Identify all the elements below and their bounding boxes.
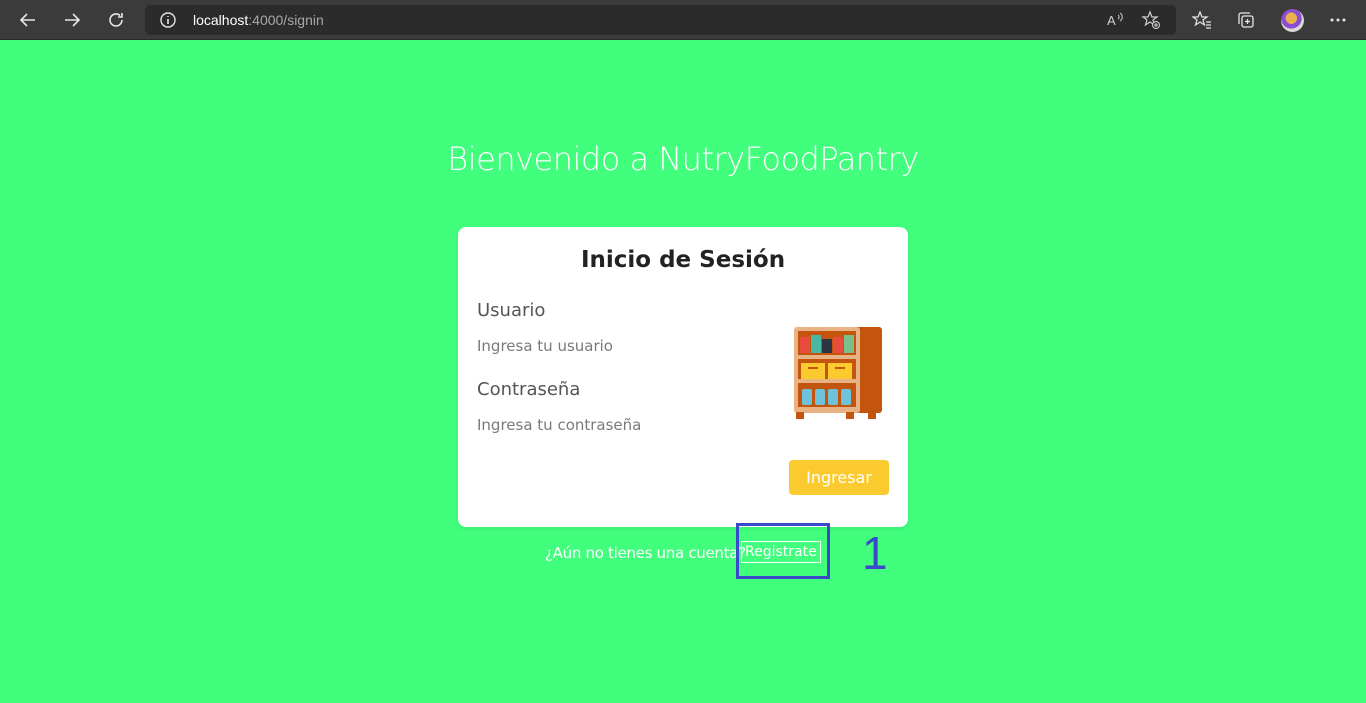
password-input[interactable] [477, 413, 747, 437]
url-path: :4000/signin [248, 12, 324, 28]
address-bar[interactable]: localhost:4000/signin A [145, 5, 1176, 35]
arrow-left-icon [19, 13, 35, 27]
collections-button[interactable] [1232, 6, 1260, 34]
refresh-button[interactable] [102, 6, 130, 34]
settings-menu-button[interactable] [1324, 6, 1352, 34]
url-host: localhost [193, 12, 249, 28]
user-label: Usuario [477, 300, 546, 321]
favorites-button[interactable] [1188, 6, 1216, 34]
info-icon[interactable] [159, 11, 177, 29]
login-card: Inicio de Sesión Usuario Contraseña Ingr… [458, 227, 908, 527]
read-aloud-icon[interactable]: A [1105, 10, 1125, 30]
annotation-highlight-box [736, 523, 830, 579]
url-text: localhost:4000/signin [193, 12, 324, 28]
refresh-icon [109, 13, 123, 27]
signup-question: ¿Aún no tienes una cuenta? [545, 544, 746, 562]
login-title: Inicio de Sesión [580, 247, 786, 273]
add-favorite-icon[interactable] [1141, 10, 1161, 30]
user-input[interactable] [477, 334, 747, 358]
forward-button[interactable] [58, 6, 86, 34]
more-icon [1330, 18, 1346, 22]
svg-text:A: A [1107, 13, 1116, 28]
back-button[interactable] [14, 6, 42, 34]
pantry-shelf-icon [794, 327, 882, 419]
collections-icon [1238, 12, 1254, 28]
profile-avatar[interactable] [1281, 9, 1304, 32]
login-button[interactable]: Ingresar [789, 460, 889, 495]
page-title: Bienvenido a NutryFoodPantry [447, 140, 919, 178]
favorites-icon [1192, 10, 1211, 29]
annotation-number: 1 [862, 527, 888, 579]
password-label: Contraseña [477, 379, 581, 400]
arrow-right-icon [65, 13, 81, 27]
browser-toolbar: localhost:4000/signin A [0, 0, 1366, 40]
